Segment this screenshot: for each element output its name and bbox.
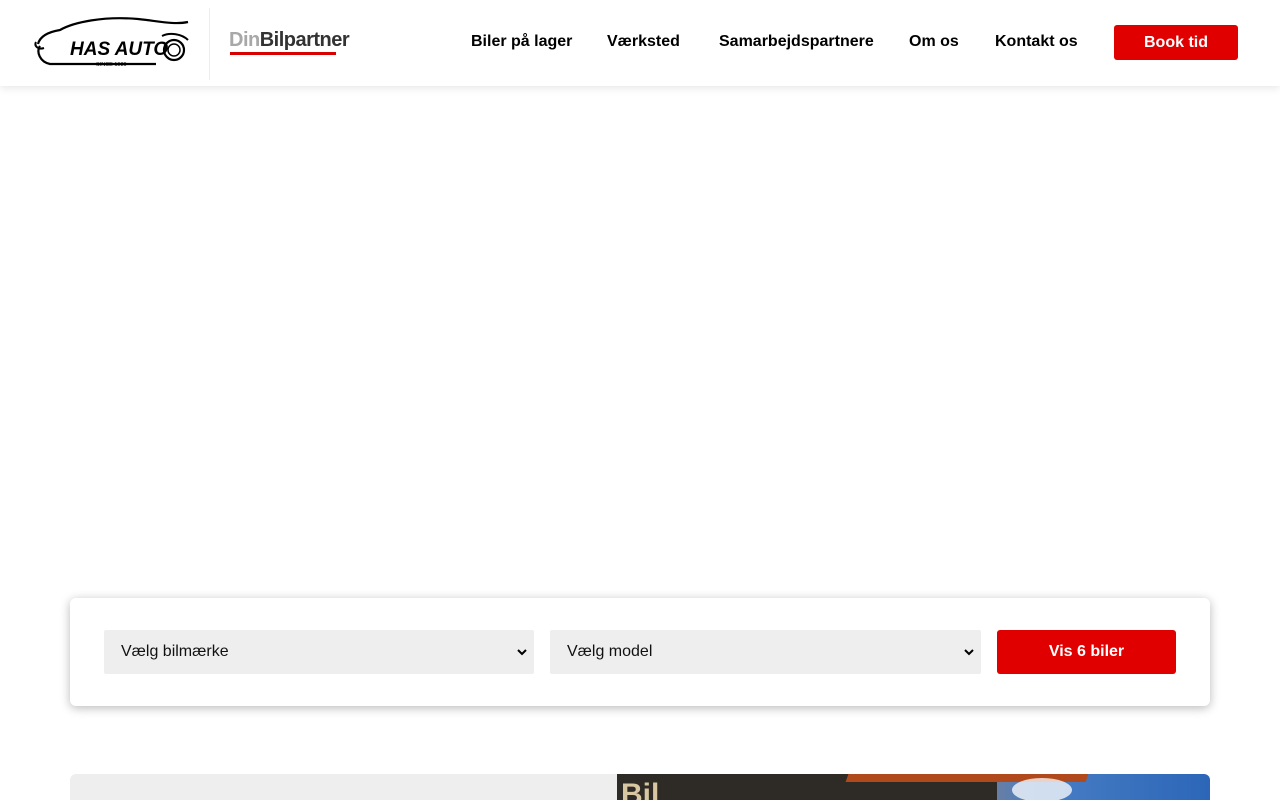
site-header: HAS AUTO SINCE 1989 DinBilpartner Biler … — [0, 0, 1280, 86]
din-bilpartner-underline — [230, 52, 336, 55]
hero-area — [0, 86, 1280, 566]
chevron-down-icon — [964, 649, 974, 656]
brand-select[interactable]: Vælg bilmærke — [104, 630, 534, 674]
nav-item-kontakt-os[interactable]: Kontakt os — [995, 33, 1078, 51]
model-select[interactable]: Vælg model — [550, 630, 981, 674]
din-bilpartner-part1: Din — [229, 29, 260, 51]
nav-item-vaerksted[interactable]: Værksted — [607, 33, 680, 51]
svg-text:HAS AUTO: HAS AUTO — [70, 39, 168, 60]
chevron-down-icon — [517, 649, 527, 656]
book-tid-button[interactable]: Book tid — [1114, 25, 1238, 60]
svg-text:SINCE 1989: SINCE 1989 — [96, 62, 127, 68]
brand-select-value: Vælg bilmærke — [121, 643, 229, 660]
show-cars-button[interactable]: Vis 6 biler — [997, 630, 1176, 674]
car-search-panel: Vælg bilmærke Vælg model Vis 6 biler — [70, 598, 1210, 706]
has-auto-logo-graphic: HAS AUTO SINCE 1989 — [34, 17, 189, 68]
din-bilpartner-logo[interactable]: DinBilpartner — [229, 29, 350, 57]
logo-divider — [209, 8, 210, 80]
photo-sign-text: Bil — [621, 778, 660, 800]
nav-item-biler-paa-lager[interactable]: Biler på lager — [471, 33, 572, 51]
model-select-value: Vælg model — [567, 643, 653, 660]
din-bilpartner-part2: Bilpartner — [259, 29, 350, 51]
nav-item-samarbejdspartnere[interactable]: Samarbejdspartnere — [719, 33, 874, 51]
photo-cloud — [1012, 778, 1072, 800]
dealership-photo: Bil — [617, 774, 1210, 800]
has-auto-logo[interactable]: HAS AUTO SINCE 1989 — [34, 16, 190, 70]
info-card: Bil — [70, 774, 1210, 800]
din-bilpartner-wordmark: DinBilpartner — [229, 29, 350, 51]
nav-item-om-os[interactable]: Om os — [909, 33, 959, 51]
